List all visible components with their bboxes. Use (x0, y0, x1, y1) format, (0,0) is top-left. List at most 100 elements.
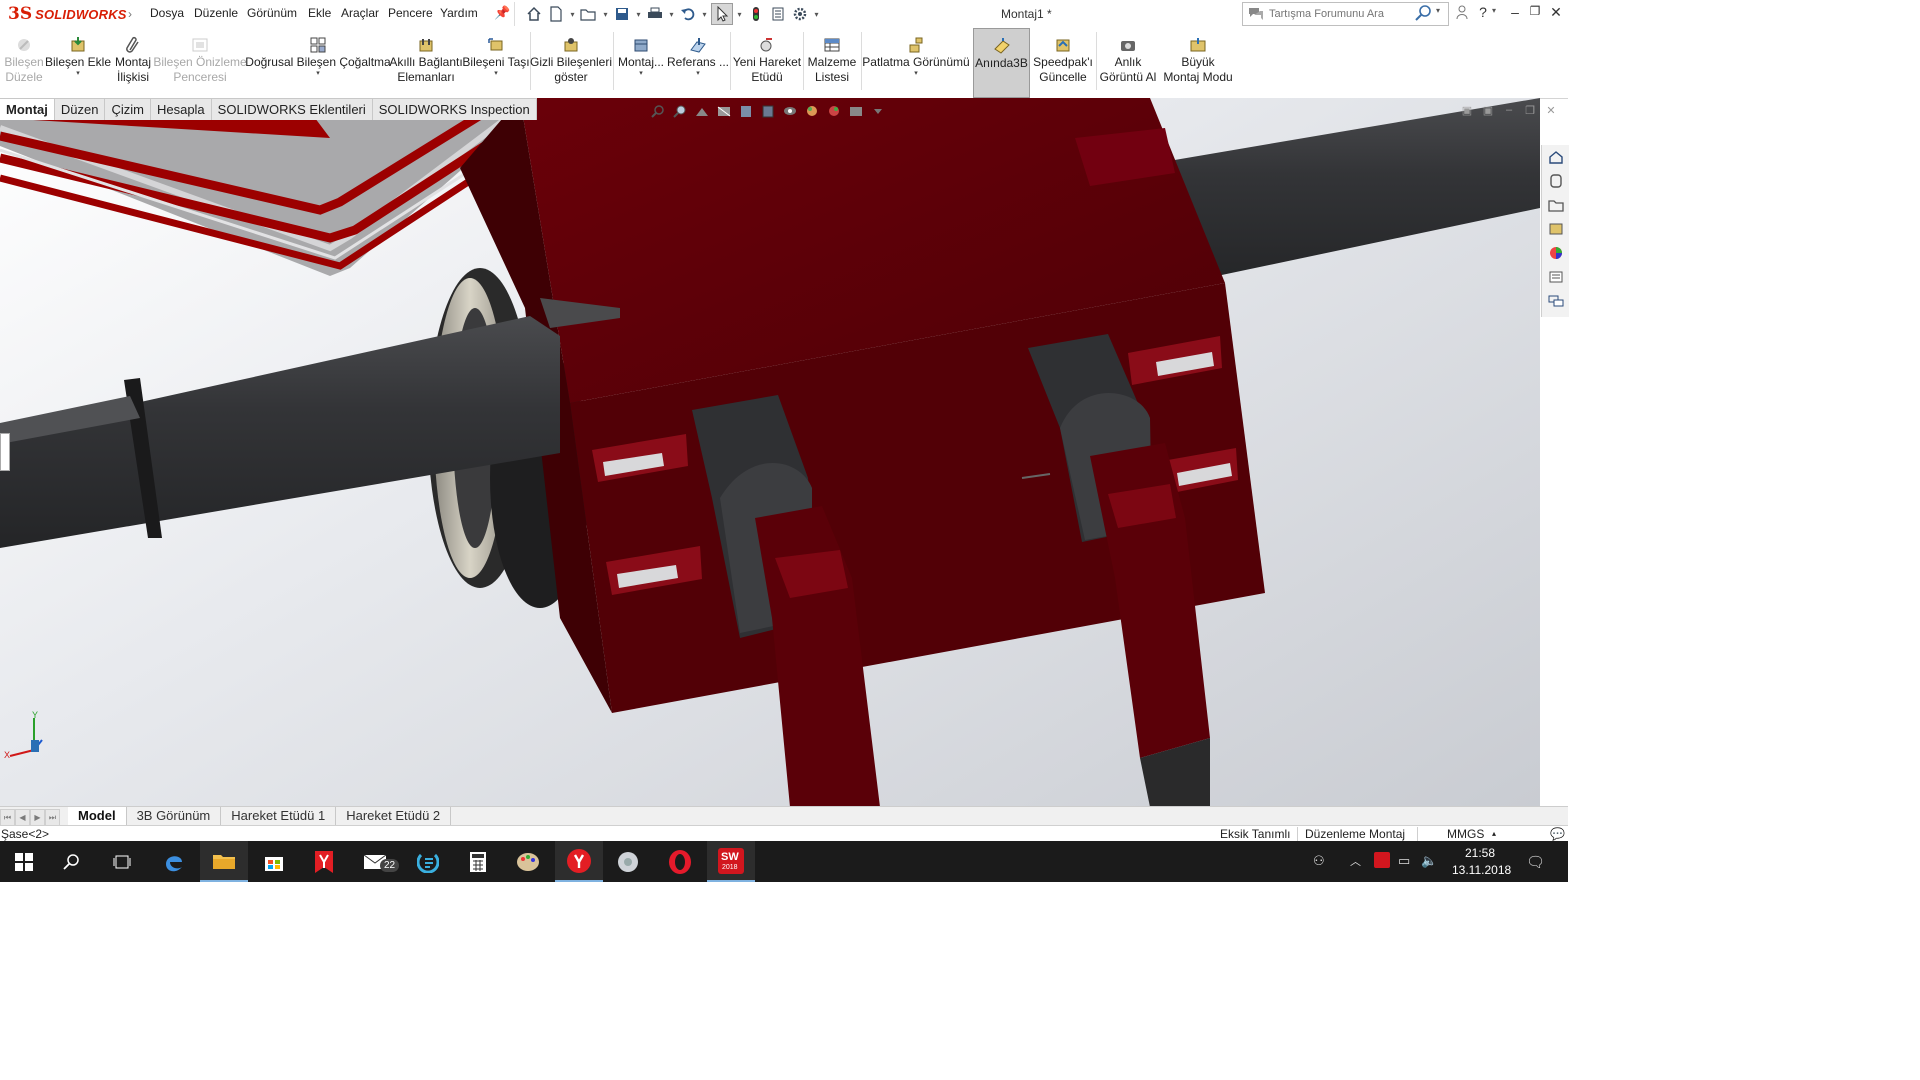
tab-eklentiler[interactable]: SOLIDWORKS Eklentileri (211, 98, 373, 120)
menu-dosya[interactable]: Dosya (150, 6, 184, 20)
solidworks-icon[interactable]: SW 2018 (707, 841, 755, 882)
paint-icon[interactable] (504, 841, 552, 882)
section-view-icon[interactable] (716, 104, 732, 118)
design-library-icon[interactable] (1542, 169, 1569, 193)
mate-button[interactable]: Montaj İlişkisi (112, 28, 154, 96)
search-input[interactable] (1267, 5, 1421, 23)
chevron-up-icon[interactable]: ▴ (1492, 829, 1496, 838)
linear-pattern-button[interactable]: Doğrusal Bileşen Çoğaltma ▾ (245, 28, 391, 96)
task-view-icon[interactable] (98, 841, 146, 882)
previous-view-icon[interactable] (694, 104, 710, 118)
first-tab-icon[interactable]: ⏮ (0, 809, 15, 826)
undo-icon[interactable] (678, 4, 698, 24)
chevron-down-icon[interactable]: ▾ (1492, 6, 1496, 15)
zoom-to-fit-icon[interactable] (650, 104, 666, 118)
prev-tab-icon[interactable]: ◀ (15, 809, 30, 826)
next-tab-icon[interactable]: ▶ (30, 809, 45, 826)
home-icon[interactable] (524, 4, 544, 24)
reference-geometry-button[interactable]: Referans ... ▾ (667, 28, 729, 96)
tab-hesapla[interactable]: Hesapla (150, 98, 212, 120)
tab-duzen[interactable]: Düzen (54, 98, 106, 120)
chevron-down-icon[interactable]: ▾ (494, 70, 498, 78)
large-assembly-mode-button[interactable]: Büyük Montaj Modu (1160, 28, 1236, 96)
panel-expand-handle[interactable] (0, 433, 10, 471)
tooltip-icon[interactable]: 💬 (1550, 827, 1565, 841)
viewport-close-icon[interactable]: ✕ (1544, 104, 1558, 117)
chevron-down-icon[interactable]: ▾ (667, 10, 676, 19)
show-hidden-components-button[interactable]: Gizli Bileşenleri göster (530, 28, 612, 96)
menu-gorunum[interactable]: Görünüm (247, 6, 297, 20)
close-icon[interactable]: ✕ (1546, 4, 1566, 24)
assembly-features-button[interactable]: Montaj... ▾ (616, 28, 666, 96)
chevron-down-icon[interactable]: ▾ (735, 10, 744, 19)
last-tab-icon[interactable]: ⏭ (45, 809, 60, 826)
tab-motion-study-1[interactable]: Hareket Etüdü 1 (221, 807, 337, 826)
print-icon[interactable] (645, 4, 665, 24)
search-box[interactable]: ▾ (1242, 2, 1449, 26)
menu-ekle[interactable]: Ekle (308, 6, 331, 20)
instant3d-button[interactable]: Anında3B (973, 28, 1030, 98)
options-icon[interactable] (790, 4, 810, 24)
opera-icon[interactable] (656, 841, 704, 882)
media-icon[interactable] (604, 841, 652, 882)
new-motion-study-button[interactable]: Yeni Hareket Etüdü (733, 28, 801, 96)
display-style-icon[interactable] (782, 104, 798, 118)
windows-start-icon[interactable] (0, 841, 48, 882)
app-icon[interactable] (404, 841, 452, 882)
store-icon[interactable] (250, 841, 298, 882)
sw-resources-icon[interactable] (1542, 145, 1569, 169)
tab-motion-study-2[interactable]: Hareket Etüdü 2 (336, 807, 452, 826)
viewport-minimize-icon[interactable]: – (1502, 104, 1516, 116)
calculator-icon[interactable] (454, 841, 502, 882)
search-icon[interactable] (1413, 4, 1433, 25)
tile-view-icon[interactable]: ▣ (1460, 104, 1474, 117)
chevron-down-icon[interactable]: ▾ (639, 70, 643, 78)
battery-icon[interactable]: ▭ (1398, 853, 1410, 869)
solidworks-logo[interactable]: 3S SOLIDWORKS (8, 3, 127, 25)
edit-appearance-icon[interactable] (826, 104, 842, 118)
rebuild-icon[interactable] (746, 4, 766, 24)
chevron-down-icon[interactable]: ▾ (568, 10, 577, 19)
restore-icon[interactable]: ❐ (1525, 4, 1545, 24)
file-explorer-icon[interactable] (1542, 193, 1569, 217)
unit-system[interactable]: MMGS (1447, 827, 1484, 841)
chevron-down-icon[interactable]: ▾ (700, 10, 709, 19)
menu-yardim[interactable]: Yardım (440, 6, 478, 20)
save-icon[interactable] (612, 4, 632, 24)
new-document-icon[interactable] (546, 4, 566, 24)
tab-montaj[interactable]: Montaj (0, 98, 55, 120)
chevron-down-icon[interactable]: ▾ (914, 70, 918, 78)
file-explorer-icon[interactable] (200, 841, 248, 882)
custom-properties-icon[interactable] (1542, 265, 1569, 289)
chevron-down-icon[interactable]: ▾ (316, 70, 320, 78)
menu-duzenle[interactable]: Düzenle (194, 6, 238, 20)
volume-icon[interactable]: 🔈 (1421, 853, 1437, 869)
view-palette-icon[interactable] (1542, 217, 1569, 241)
notification-icon[interactable]: 🗨 (1526, 853, 1545, 871)
tab-cizim[interactable]: Çizim (105, 98, 151, 120)
select-icon[interactable] (711, 3, 733, 25)
chevron-down-icon[interactable]: ▾ (601, 10, 610, 19)
user-icon[interactable] (1452, 4, 1472, 24)
apply-scene-icon[interactable] (848, 104, 864, 118)
mail-icon[interactable]: 22 (352, 841, 400, 882)
chevron-down-icon[interactable]: ▾ (1436, 6, 1440, 15)
update-speedpak-button[interactable]: Speedpak'ı Güncelle (1032, 28, 1094, 96)
chevron-down-icon[interactable]: ▾ (634, 10, 643, 19)
chevron-up-icon[interactable]: ︿ (1350, 853, 1361, 869)
viewport-restore-icon[interactable]: ❐ (1523, 104, 1537, 117)
view-orientation-icon[interactable] (760, 104, 776, 118)
component-preview-button[interactable]: Bileşen Önizleme Penceresi (153, 28, 247, 96)
tab-model[interactable]: Model (68, 807, 127, 826)
yandex-icon[interactable] (300, 841, 348, 882)
insert-component-button[interactable]: Bileşen Ekle ▾ (45, 28, 111, 96)
tab-3d-view[interactable]: 3B Görünüm (127, 807, 222, 826)
take-snapshot-button[interactable]: Anlık Görüntü Al (1098, 28, 1158, 96)
menu-araclar[interactable]: Araçlar (341, 6, 379, 20)
chevron-down-icon[interactable]: ▾ (76, 70, 80, 78)
bill-of-materials-button[interactable]: Malzeme Listesi (805, 28, 859, 96)
tray-app-icon[interactable] (1374, 852, 1390, 868)
forum-icon[interactable] (1542, 289, 1569, 313)
view-settings-icon[interactable] (870, 104, 886, 118)
pin-icon[interactable]: 📌 (494, 5, 510, 21)
